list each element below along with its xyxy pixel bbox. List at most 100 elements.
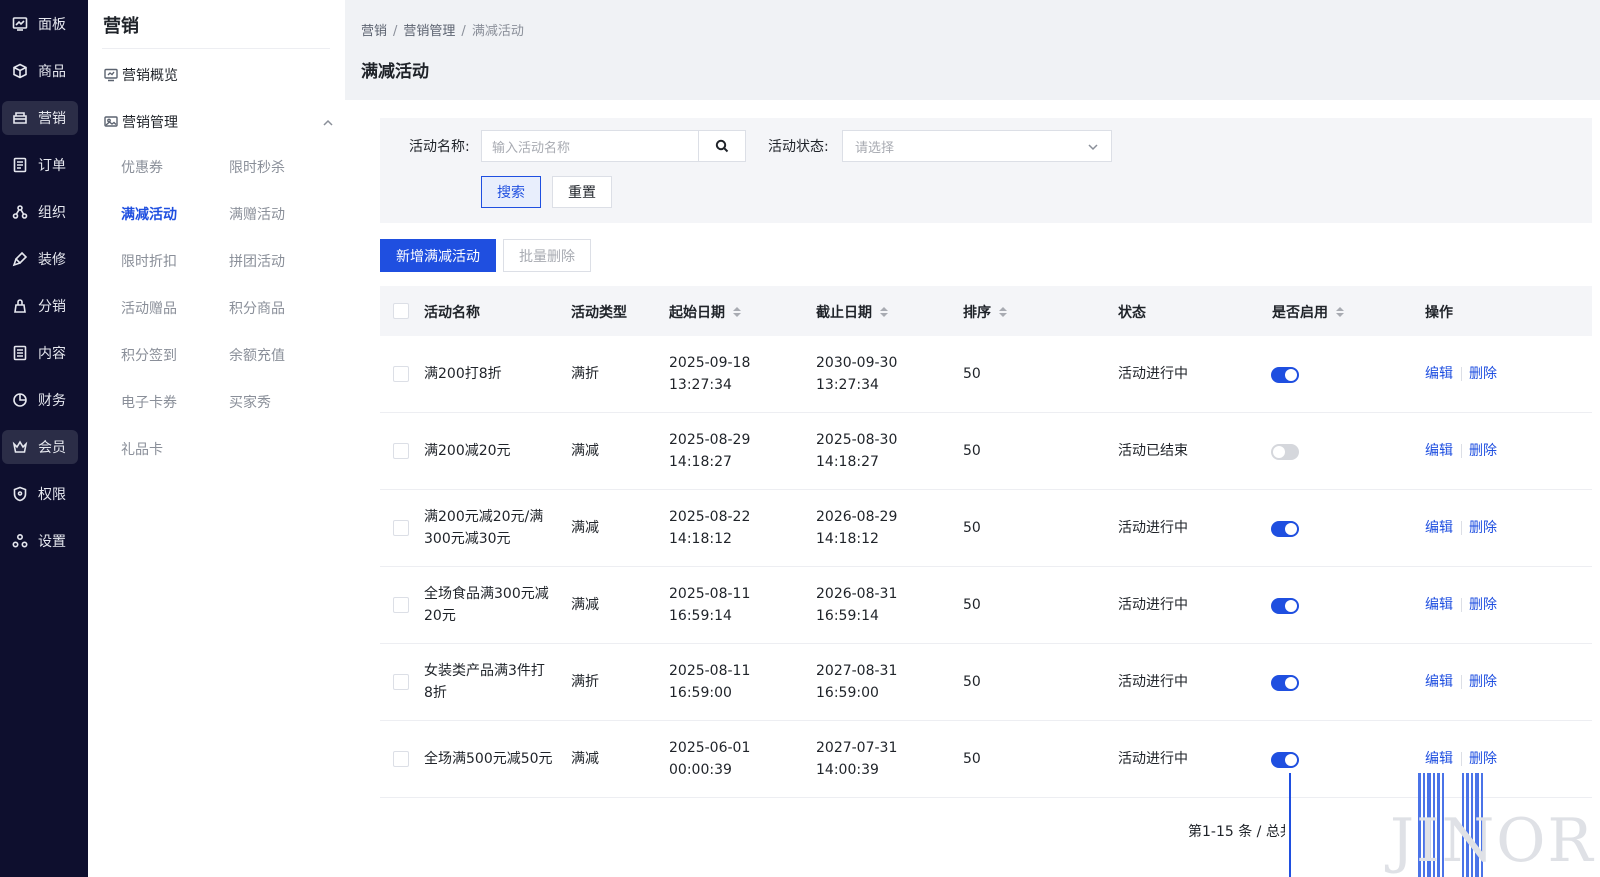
column-header-enabled[interactable]: 是否启用 — [1272, 302, 1344, 322]
nav-item-permissions[interactable]: 权限 — [2, 477, 78, 511]
start-date: 2025-09-18 13:27:34 — [669, 355, 751, 393]
marketing-icon — [12, 110, 28, 126]
breadcrumb-item[interactable]: 营销管理 — [403, 24, 455, 39]
enable-toggle[interactable] — [1271, 752, 1299, 768]
action-divider — [1461, 367, 1462, 381]
delete-link[interactable]: 删除 — [1469, 748, 1497, 768]
action-divider — [1461, 598, 1462, 612]
nav-item-member[interactable]: 会员 — [2, 430, 78, 464]
sidebar-link-full-reduction[interactable]: 满减活动 — [121, 204, 177, 224]
nav-item-distribution[interactable]: 分销 — [2, 289, 78, 323]
sidebar-link-buyer-show[interactable]: 买家秀 — [229, 392, 271, 412]
main-nav: 面板 商品 营销 订单 组织 装修 分销 内容 财务 会员 权限 设置 — [0, 0, 88, 877]
breadcrumb-item[interactable]: 营销 — [361, 24, 387, 39]
sidebar-item-management[interactable]: 营销管理 — [104, 111, 178, 133]
filter-panel: 活动名称: 输入活动名称 活动状态: 请选择 搜索 重置 — [380, 118, 1592, 223]
delete-link[interactable]: 删除 — [1469, 363, 1497, 383]
enable-toggle[interactable] — [1271, 598, 1299, 614]
edit-link[interactable]: 编辑 — [1425, 517, 1453, 537]
chevron-up-icon[interactable] — [322, 117, 334, 129]
sidebar-item-overview[interactable]: 营销概览 — [104, 64, 178, 86]
table-header: 活动名称 活动类型 起始日期 截止日期 排序 状态 是否启用 操作 — [380, 286, 1592, 336]
select-all-checkbox[interactable] — [393, 303, 409, 319]
order-icon — [12, 157, 28, 173]
sidebar-title: 营销 — [103, 16, 139, 37]
main-area: 营销 / 营销管理 / 满减活动 满减活动 活动名称: 输入活动名称 活动状态: 请选择… — [345, 0, 1600, 877]
add-activity-button[interactable]: 新增满减活动 — [380, 239, 496, 272]
monitor-icon — [104, 68, 118, 82]
org-icon — [12, 204, 28, 220]
sidebar-link-flash-sale[interactable]: 限时秒杀 — [229, 157, 285, 177]
sidebar-link-gift-card[interactable]: 礼品卡 — [121, 439, 163, 459]
nav-item-decoration[interactable]: 装修 — [2, 242, 78, 276]
sort-value: 50 — [963, 443, 981, 459]
nav-item-orders[interactable]: 订单 — [2, 148, 78, 182]
nav-item-label: 分销 — [38, 299, 66, 315]
row-checkbox[interactable] — [393, 674, 409, 690]
nav-item-label: 会员 — [38, 440, 66, 456]
sort-icon[interactable] — [733, 307, 741, 317]
sidebar-link-full-gift[interactable]: 满赠活动 — [229, 204, 285, 224]
nav-item-marketing[interactable]: 营销 — [2, 101, 78, 135]
edit-link[interactable]: 编辑 — [1425, 440, 1453, 460]
row-checkbox[interactable] — [393, 443, 409, 459]
enable-toggle[interactable] — [1271, 367, 1299, 383]
sort-value: 50 — [963, 597, 981, 613]
activity-status-select[interactable]: 请选择 — [842, 130, 1112, 162]
enable-toggle[interactable] — [1271, 444, 1299, 460]
activity-name-input[interactable]: 输入活动名称 — [481, 130, 699, 162]
end-date: 2027-07-31 14:00:39 — [816, 740, 898, 778]
sort-icon[interactable] — [999, 307, 1007, 317]
edit-link[interactable]: 编辑 — [1425, 671, 1453, 691]
row-checkbox[interactable] — [393, 366, 409, 382]
column-header-actions: 操作 — [1425, 305, 1453, 321]
search-button[interactable]: 搜索 — [481, 176, 541, 208]
activity-name-label: 活动名称: — [409, 139, 470, 155]
nav-item-org[interactable]: 组织 — [2, 195, 78, 229]
nav-item-products[interactable]: 商品 — [2, 54, 78, 88]
sort-icon[interactable] — [1336, 307, 1344, 317]
sidebar-link-points-checkin[interactable]: 积分签到 — [121, 345, 177, 365]
end-date: 2030-09-30 13:27:34 — [816, 355, 898, 393]
column-header-end-date[interactable]: 截止日期 — [816, 302, 888, 322]
activity-name: 全场食品满300元减 20元 — [424, 586, 549, 624]
row-checkbox[interactable] — [393, 751, 409, 767]
reset-button[interactable]: 重置 — [552, 176, 612, 208]
enable-toggle[interactable] — [1271, 521, 1299, 537]
end-date: 2025-08-30 14:18:27 — [816, 432, 898, 470]
nav-item-finance[interactable]: 财务 — [2, 383, 78, 417]
end-date: 2026-08-29 14:18:12 — [816, 509, 898, 547]
nav-item-content[interactable]: 内容 — [2, 336, 78, 370]
column-header-start-date[interactable]: 起始日期 — [669, 302, 741, 322]
edit-link[interactable]: 编辑 — [1425, 363, 1453, 383]
edit-link[interactable]: 编辑 — [1425, 748, 1453, 768]
sidebar-link-group-buy[interactable]: 拼团活动 — [229, 251, 285, 271]
nav-item-label: 权限 — [38, 487, 66, 503]
activity-status: 活动进行中 — [1118, 366, 1188, 382]
sidebar-link-gifts[interactable]: 活动赠品 — [121, 298, 177, 318]
start-date: 2025-08-29 14:18:27 — [669, 432, 751, 470]
search-icon-button[interactable] — [698, 130, 746, 162]
sidebar-link-coupon[interactable]: 优惠券 — [121, 157, 163, 177]
delete-link[interactable]: 删除 — [1469, 594, 1497, 614]
nav-item-dashboard[interactable]: 面板 — [2, 7, 78, 41]
row-checkbox[interactable] — [393, 597, 409, 613]
enable-toggle[interactable] — [1271, 675, 1299, 691]
delete-link[interactable]: 删除 — [1469, 440, 1497, 460]
sidebar-item-label: 营销管理 — [122, 115, 178, 131]
delete-link[interactable]: 删除 — [1469, 517, 1497, 537]
column-header-sort[interactable]: 排序 — [963, 302, 1007, 322]
nav-item-settings[interactable]: 设置 — [2, 524, 78, 558]
table-row: 满200打8折 满折 2025-09-18 13:27:34 2030-09-30… — [380, 336, 1592, 413]
sidebar-link-e-card[interactable]: 电子卡券 — [121, 392, 177, 412]
table-row: 满200减20元 满减 2025-08-29 14:18:27 2025-08-3… — [380, 413, 1592, 490]
bulk-delete-button[interactable]: 批量删除 — [503, 239, 591, 272]
sidebar-link-limited-discount[interactable]: 限时折扣 — [121, 251, 177, 271]
delete-link[interactable]: 删除 — [1469, 671, 1497, 691]
column-header-type: 活动类型 — [571, 305, 627, 321]
sort-icon[interactable] — [880, 307, 888, 317]
edit-link[interactable]: 编辑 — [1425, 594, 1453, 614]
sidebar-link-balance-recharge[interactable]: 余额充值 — [229, 345, 285, 365]
row-checkbox[interactable] — [393, 520, 409, 536]
sidebar-link-points-products[interactable]: 积分商品 — [229, 298, 285, 318]
